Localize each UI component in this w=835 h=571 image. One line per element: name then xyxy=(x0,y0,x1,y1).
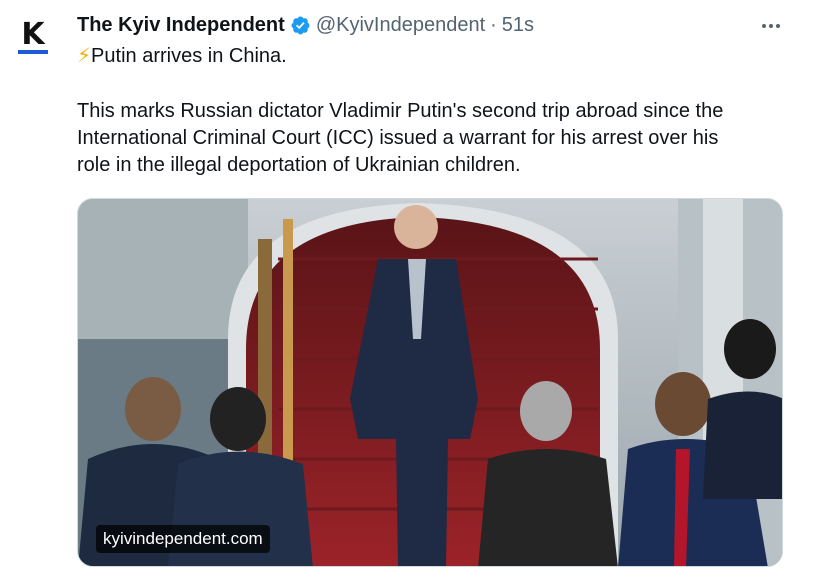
tweet-text-line-2: International Criminal Court (ICC) issue… xyxy=(77,127,719,149)
tweet-headline: ⚡Putin arrives in China. xyxy=(77,43,287,70)
more-horizontal-icon xyxy=(762,24,766,28)
tweet-header: The Kyiv Independent @KyivIndependent · … xyxy=(77,12,534,38)
verified-badge-icon xyxy=(291,16,310,34)
source-domain-badge[interactable]: kyivindependent.com xyxy=(96,525,270,553)
tweet-media-photo[interactable]: kyivindependent.com xyxy=(77,198,783,567)
putin-airplane-photo xyxy=(78,199,782,566)
tweet-card[interactable]: K The Kyiv Independent @KyivIndependent … xyxy=(0,0,835,571)
headline-text: Putin arrives in China. xyxy=(91,45,287,67)
display-name[interactable]: The Kyiv Independent xyxy=(77,14,285,37)
handle[interactable]: @KyivIndependent xyxy=(316,14,485,37)
timestamp[interactable]: 51s xyxy=(502,14,534,37)
kyiv-independent-logo-icon: K xyxy=(21,17,45,52)
more-options-button[interactable] xyxy=(755,10,787,42)
tweet-text-line-1: This marks Russian dictator Vladimir Put… xyxy=(77,100,724,122)
logo-underline xyxy=(18,50,48,54)
tweet-text-line-3: role in the illegal deportation of Ukrai… xyxy=(77,154,521,176)
separator-dot: · xyxy=(490,13,497,36)
avatar[interactable]: K xyxy=(12,16,54,58)
lightning-icon: ⚡ xyxy=(77,45,92,67)
